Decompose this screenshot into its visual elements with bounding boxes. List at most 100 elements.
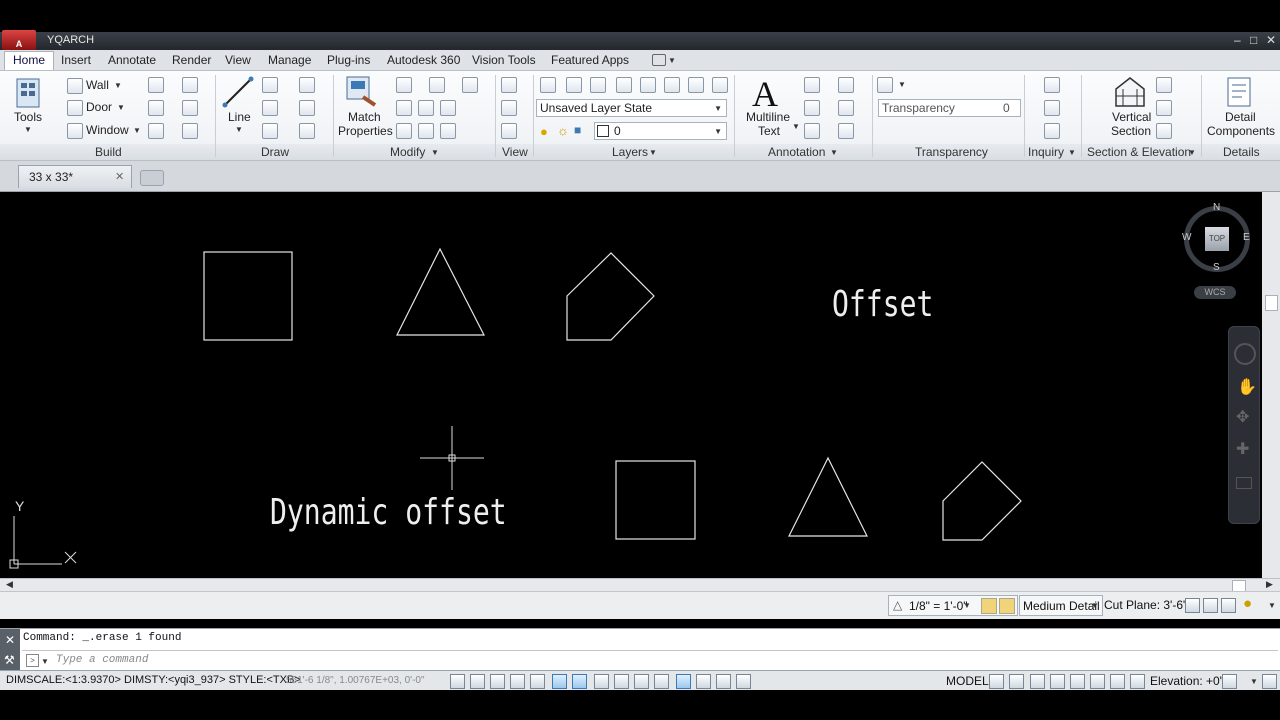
recent-commands-dropdown-icon[interactable]: ▼ <box>41 657 49 666</box>
3d-object-snap-icon[interactable] <box>572 674 587 689</box>
dimension-icon[interactable] <box>804 77 820 93</box>
area-icon[interactable] <box>1044 100 1060 116</box>
lightbulb-icon[interactable]: ● <box>1243 595 1252 612</box>
vertical-scrollbar[interactable] <box>1262 192 1280 578</box>
wcs-menu-button[interactable]: WCS <box>1194 286 1236 299</box>
scroll-right-icon[interactable]: ▶ <box>1266 579 1273 590</box>
lineweight-icon[interactable] <box>654 674 669 689</box>
current-layer-dropdown[interactable]: 0 ▼ <box>594 122 727 140</box>
scroll-left-icon[interactable]: ◀ <box>6 579 13 590</box>
calculator-icon[interactable] <box>1044 123 1060 139</box>
viewcube-north[interactable]: N <box>1213 202 1220 213</box>
callout-icon[interactable] <box>1156 123 1172 139</box>
object-snap-tracking-icon[interactable] <box>594 674 609 689</box>
door-button[interactable]: Door <box>86 100 112 114</box>
tab-render[interactable]: Render <box>172 53 211 67</box>
dynamic-offset-label[interactable]: Dynamic offset <box>270 492 507 533</box>
copy-icon[interactable] <box>418 100 434 116</box>
vertical-section-label-1[interactable]: Vertical <box>1112 110 1151 124</box>
isolate-objects-icon[interactable] <box>1130 674 1145 689</box>
autoscale-icon[interactable] <box>999 598 1015 614</box>
offset-label[interactable]: Offset <box>832 284 933 325</box>
object-snap-icon[interactable] <box>552 674 567 689</box>
tools-dropdown-icon[interactable]: ▼ <box>24 125 32 134</box>
view-icon-3[interactable] <box>501 123 517 139</box>
stretch-icon[interactable] <box>396 123 412 139</box>
table-icon[interactable] <box>838 123 854 139</box>
close-button[interactable]: ✕ <box>1266 33 1276 47</box>
steering-wheel-icon[interactable] <box>1234 343 1256 365</box>
layers-dropdown-icon[interactable]: ▼ <box>649 148 657 157</box>
tab-plug-ins[interactable]: Plug-ins <box>327 53 370 67</box>
viewcube-south[interactable]: S <box>1213 262 1220 273</box>
vertical-section-icon[interactable] <box>1113 75 1147 109</box>
maximize-button[interactable]: □ <box>1250 33 1257 47</box>
new-tab-button[interactable] <box>140 170 164 186</box>
section-dropdown-icon[interactable]: ▼ <box>1188 148 1196 157</box>
layer-properties-icon[interactable] <box>540 77 556 93</box>
railing-icon[interactable] <box>148 123 164 139</box>
cut-plane-value[interactable]: Cut Plane: 3'-6" <box>1104 598 1187 612</box>
model-space-toggle[interactable]: MODEL <box>946 674 989 688</box>
tools-button-label[interactable]: Tools <box>14 110 42 124</box>
ellipse-icon[interactable] <box>299 100 315 116</box>
workspace-switching-icon[interactable] <box>1090 674 1105 689</box>
command-line-grip[interactable]: ✕ ⚒ <box>0 629 20 671</box>
orbit-icon[interactable]: ✚ <box>1236 439 1249 459</box>
sun-icon[interactable]: ☼ <box>557 123 569 138</box>
move-icon[interactable] <box>396 77 412 93</box>
layer-icon-4[interactable] <box>616 77 632 93</box>
layer-icon-6[interactable] <box>664 77 680 93</box>
chevron-down-icon[interactable]: ▼ <box>898 80 906 89</box>
trim-icon[interactable] <box>396 100 412 116</box>
cursor-coordinates[interactable]: 551'-6 1/8", 1.00767E+03, 0'-0" <box>286 675 425 686</box>
measure-icon[interactable] <box>1044 77 1060 93</box>
detail-components-label-1[interactable]: Detail <box>1225 110 1256 124</box>
close-icon[interactable]: ✕ <box>115 170 124 183</box>
dynamic-ucs-icon[interactable] <box>614 674 629 689</box>
transparency-toggle-icon[interactable] <box>676 674 691 689</box>
wall-dropdown-icon[interactable]: ▼ <box>114 81 122 90</box>
chevron-down-icon[interactable]: ▼ <box>1268 601 1276 610</box>
multiline-text-label-2[interactable]: Text <box>758 124 780 138</box>
pan-status-icon[interactable] <box>1030 674 1045 689</box>
minimize-button[interactable]: – <box>1234 33 1241 47</box>
ribbon-minimize-icon[interactable] <box>652 54 666 66</box>
drawing-canvas[interactable]: Offset Dynamic offset Y TOP N S E W WCS … <box>0 192 1280 578</box>
command-prompt-icon[interactable]: > <box>26 654 39 667</box>
triangle-shape[interactable] <box>396 247 485 336</box>
tab-view[interactable]: View <box>225 53 251 67</box>
layer-state-dropdown[interactable]: Unsaved Layer State ▼ <box>536 99 727 117</box>
line-icon[interactable] <box>222 75 254 109</box>
tab-annotate[interactable]: Annotate <box>108 53 156 67</box>
viewcube-west[interactable]: W <box>1182 232 1191 243</box>
stair-icon[interactable] <box>148 100 164 116</box>
layer-icon-7[interactable] <box>688 77 704 93</box>
lock-icon[interactable]: ■ <box>574 123 581 137</box>
roof-icon[interactable] <box>182 123 198 139</box>
wrench-icon[interactable]: ⚒ <box>4 653 15 667</box>
curtain-wall-icon[interactable] <box>148 77 164 93</box>
tab-insert[interactable]: Insert <box>61 53 91 67</box>
annotation-icon-5[interactable] <box>804 123 820 139</box>
quick-properties-icon[interactable] <box>696 674 711 689</box>
detail-components-label-2[interactable]: Components <box>1207 124 1275 138</box>
mirror-icon[interactable] <box>440 100 456 116</box>
point-icon[interactable] <box>299 77 315 93</box>
pan-icon[interactable]: ✋ <box>1237 377 1257 397</box>
circle-icon[interactable] <box>262 100 278 116</box>
command-input[interactable]: > ▼ Type a command <box>22 650 1278 670</box>
door-icon[interactable] <box>67 100 83 116</box>
grid-icon[interactable] <box>182 77 198 93</box>
inquiry-dropdown-icon[interactable]: ▼ <box>1068 148 1076 157</box>
snap-mode-icon[interactable] <box>470 674 485 689</box>
quick-view-drawings-icon[interactable] <box>1009 674 1024 689</box>
infer-constraints-icon[interactable] <box>450 674 465 689</box>
rectangle-icon[interactable] <box>262 123 278 139</box>
annotation-monitor-icon[interactable] <box>736 674 751 689</box>
zoom-status-icon[interactable] <box>1050 674 1065 689</box>
quick-view-layouts-icon[interactable] <box>989 674 1004 689</box>
window-dropdown-icon[interactable]: ▼ <box>133 126 141 135</box>
elevation-value[interactable]: Elevation: +0" <box>1150 674 1224 688</box>
detail-components-icon[interactable] <box>1225 75 1253 109</box>
